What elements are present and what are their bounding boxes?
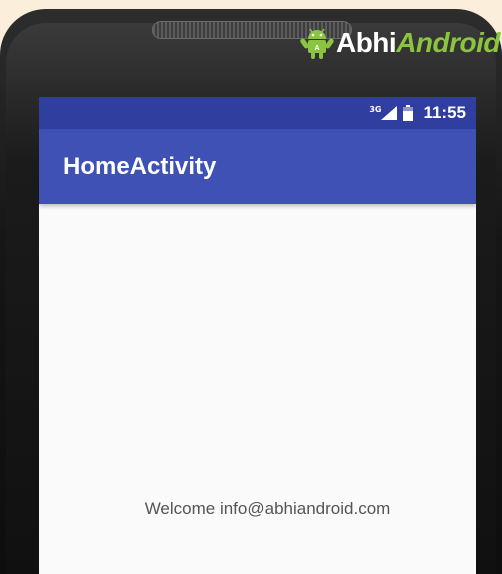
brand-name-part2: Android bbox=[396, 27, 500, 58]
brand-logo: A AbhiAndroid bbox=[300, 25, 500, 61]
battery-icon bbox=[403, 105, 414, 121]
svg-text:A: A bbox=[314, 45, 319, 52]
main-content: Welcome info@abhiandroid.com bbox=[39, 204, 476, 574]
signal-icon bbox=[381, 106, 398, 120]
android-mascot-icon: A bbox=[300, 28, 334, 59]
app-title: HomeActivity bbox=[63, 152, 217, 180]
status-bar: 3G 11:55 bbox=[39, 97, 476, 129]
device-screen: 3G 11:55 HomeActivity Welcome info@abhia… bbox=[39, 97, 476, 574]
app-bar: HomeActivity bbox=[39, 129, 476, 204]
page-background: A AbhiAndroid 3G 11:55 HomeActivity Welc… bbox=[0, 0, 502, 574]
welcome-message: Welcome info@abhiandroid.com bbox=[144, 499, 391, 518]
brand-name: AbhiAndroid bbox=[335, 25, 501, 61]
status-icons: 3G 11:55 bbox=[369, 103, 466, 123]
status-time: 11:55 bbox=[423, 103, 466, 122]
network-type-label: 3G bbox=[369, 104, 382, 114]
brand-name-part1: Abhi bbox=[335, 27, 397, 58]
